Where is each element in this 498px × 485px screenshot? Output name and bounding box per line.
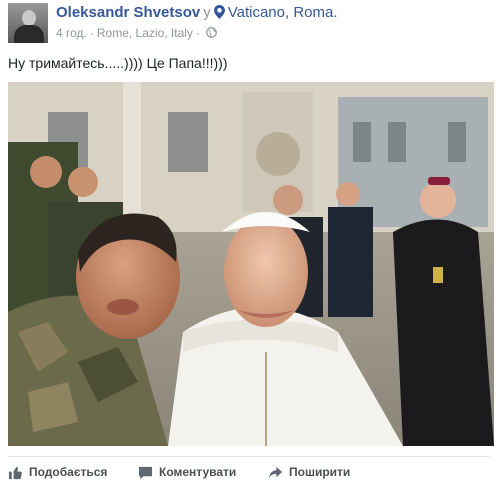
like-button[interactable]: Подобається	[8, 461, 107, 483]
place-detail[interactable]: Rome, Lazio, Italy	[97, 26, 193, 40]
action-divider	[8, 456, 490, 457]
post-timestamp[interactable]: 4 год.	[56, 26, 87, 40]
thumbs-up-icon	[8, 466, 22, 479]
location-connector: у	[203, 4, 211, 21]
comment-button[interactable]: Коментувати	[138, 461, 236, 483]
comment-bubble-icon	[138, 466, 153, 479]
post-header: Oleksandr Shvetsov у Vaticano, Roma. 4 год…	[8, 3, 490, 45]
share-label: Поширити	[289, 465, 351, 479]
author-name[interactable]: Oleksandr Shvetsov	[56, 4, 200, 21]
avatar[interactable]	[8, 3, 48, 43]
comment-label: Коментувати	[159, 465, 237, 479]
like-label: Подобається	[29, 465, 108, 479]
location-pin-icon	[213, 5, 225, 19]
post-actions: Подобається Коментувати Поширити	[8, 461, 494, 483]
location-link[interactable]: Vaticano, Roma.	[228, 4, 338, 21]
separator-dot: ·	[89, 26, 94, 40]
globe-icon[interactable]	[206, 27, 217, 38]
post-meta: 4 год. · Rome, Lazio, Italy ·	[56, 25, 217, 41]
share-button[interactable]: Поширити	[268, 461, 350, 483]
separator-dot: ·	[195, 26, 200, 40]
share-arrow-icon	[268, 466, 283, 478]
post-photo[interactable]	[8, 82, 494, 446]
name-line: Oleksandr Shvetsov у Vaticano, Roma.	[56, 4, 338, 22]
selfie-photo	[8, 82, 494, 446]
post-text: Ну тримайтесь.....)))) Це Папа!!!)))	[8, 55, 228, 71]
